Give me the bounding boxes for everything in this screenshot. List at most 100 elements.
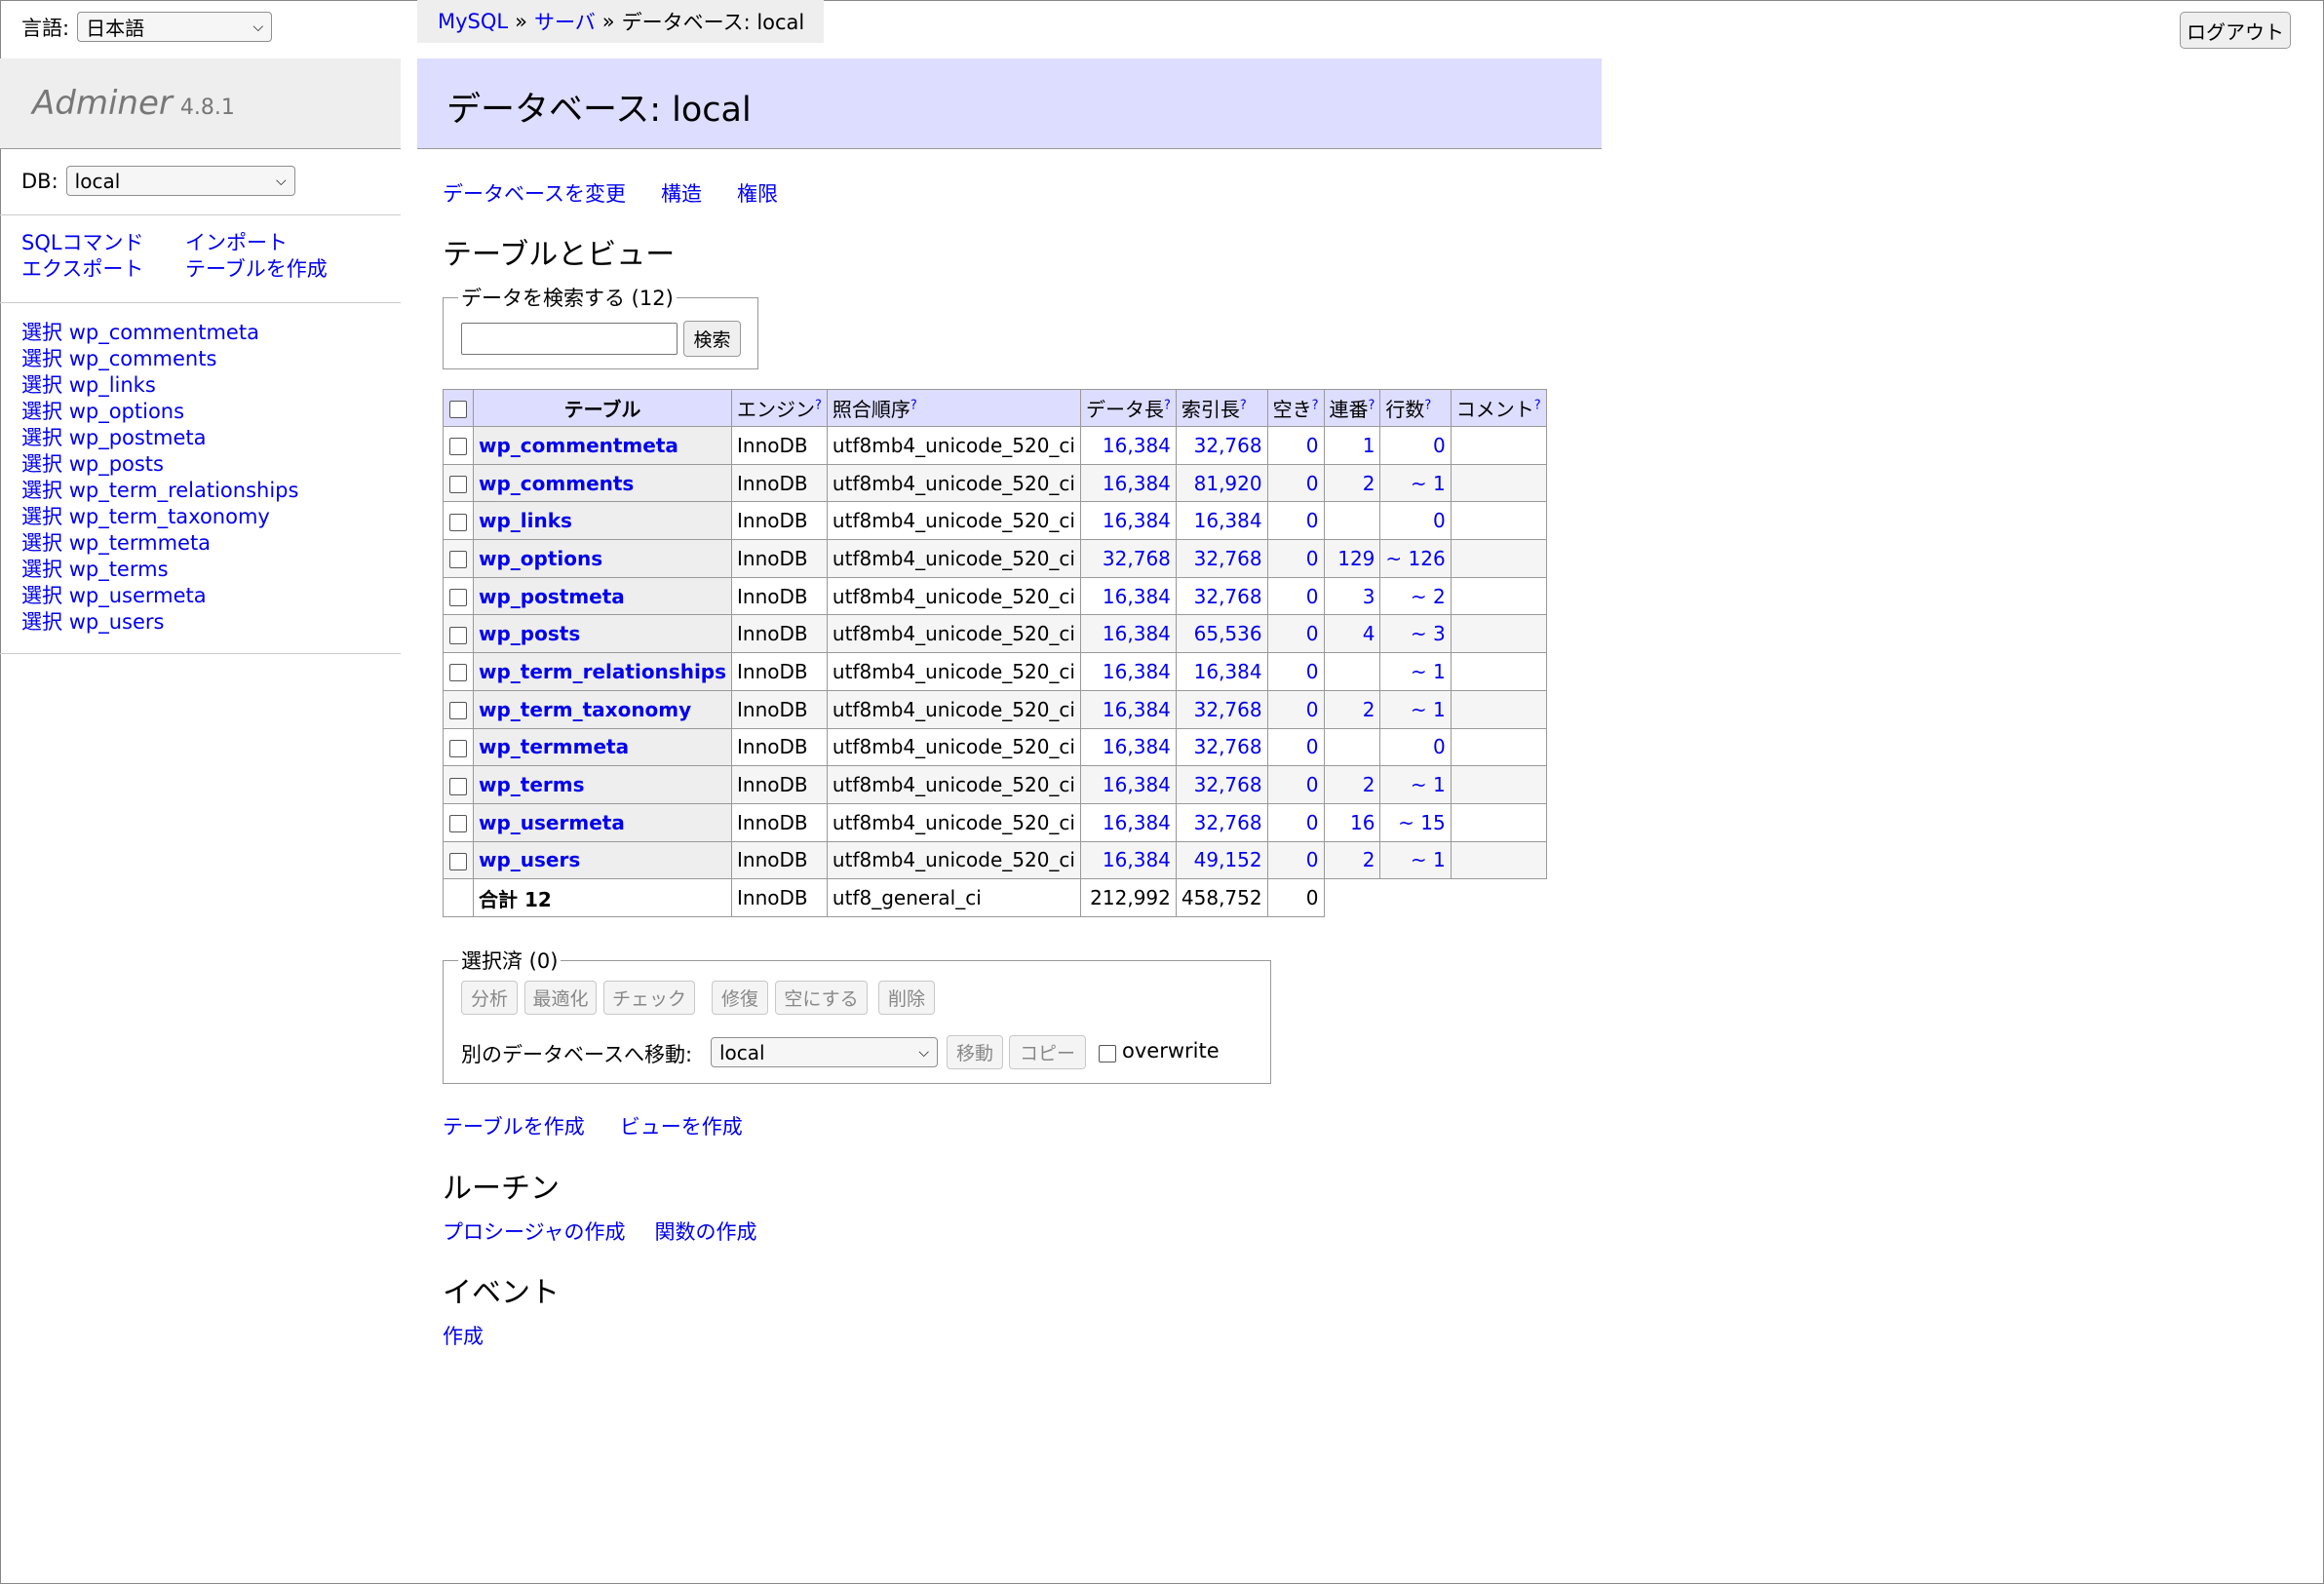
- auto-increment-link[interactable]: 16: [1350, 811, 1375, 834]
- sidebar-table-link[interactable]: wp_postmeta: [69, 426, 207, 449]
- rows-link[interactable]: 0: [1433, 735, 1446, 758]
- drop-button[interactable]: 削除: [878, 981, 935, 1015]
- row-checkbox[interactable]: [449, 777, 467, 795]
- check-button[interactable]: チェック: [603, 981, 695, 1015]
- index-length-link[interactable]: 81,920: [1194, 472, 1262, 495]
- data-length-link[interactable]: 16,384: [1103, 698, 1171, 721]
- col-engine[interactable]: エンジン?: [731, 389, 828, 427]
- sidebar-table-link[interactable]: wp_options: [69, 400, 184, 423]
- create-view-link[interactable]: ビューを作成: [620, 1111, 743, 1140]
- create-procedure-link[interactable]: プロシージャの作成: [443, 1217, 626, 1246]
- alter-database-link[interactable]: データベースを変更: [443, 178, 626, 208]
- row-checkbox[interactable]: [449, 589, 467, 607]
- col-collation[interactable]: 照合順序?: [826, 389, 1081, 427]
- breadcrumb-mysql[interactable]: MySQL: [438, 10, 508, 33]
- sidebar-table-link[interactable]: wp_usermeta: [69, 584, 207, 607]
- row-checkbox[interactable]: [449, 815, 467, 833]
- sidebar-table-link[interactable]: wp_users: [69, 610, 165, 634]
- create-table-link[interactable]: テーブルを作成: [185, 256, 328, 283]
- auto-increment-link[interactable]: 2: [1363, 698, 1375, 721]
- db-select[interactable]: local ⌵: [65, 166, 295, 196]
- rows-link[interactable]: ~ 2: [1411, 585, 1446, 608]
- select-link[interactable]: 選択: [21, 373, 62, 397]
- row-checkbox[interactable]: [449, 739, 467, 757]
- copy-button[interactable]: コピー: [1009, 1035, 1086, 1069]
- select-link[interactable]: 選択: [21, 505, 62, 528]
- data-length-link[interactable]: 16,384: [1103, 735, 1171, 758]
- help-icon[interactable]: ?: [1534, 398, 1541, 412]
- export-link[interactable]: エクスポート: [21, 256, 185, 283]
- language-select[interactable]: 日本語 ⌵: [77, 12, 273, 42]
- rows-link[interactable]: 0: [1433, 509, 1446, 532]
- select-link[interactable]: 選択: [21, 452, 62, 476]
- schema-link[interactable]: 構造: [661, 178, 702, 208]
- select-link[interactable]: 選択: [21, 400, 62, 423]
- select-link[interactable]: 選択: [21, 531, 62, 555]
- free-link[interactable]: 0: [1306, 622, 1319, 645]
- index-length-link[interactable]: 32,768: [1194, 735, 1262, 758]
- row-checkbox[interactable]: [449, 852, 467, 870]
- logout-button[interactable]: ログアウト: [2180, 12, 2291, 49]
- rows-link[interactable]: ~ 3: [1411, 622, 1446, 645]
- create-event-link[interactable]: 作成: [443, 1321, 484, 1350]
- repair-button[interactable]: 修復: [712, 981, 768, 1015]
- sql-command-link[interactable]: SQLコマンド: [21, 230, 185, 256]
- help-icon[interactable]: ?: [1312, 398, 1319, 412]
- data-length-link[interactable]: 16,384: [1103, 660, 1171, 683]
- free-link[interactable]: 0: [1306, 434, 1319, 457]
- table-name-link[interactable]: wp_comments: [479, 472, 634, 495]
- help-icon[interactable]: ?: [1240, 398, 1247, 412]
- auto-increment-link[interactable]: 2: [1363, 472, 1375, 495]
- col-free[interactable]: 空き?: [1266, 389, 1325, 427]
- select-link[interactable]: 選択: [21, 610, 62, 634]
- select-link[interactable]: 選択: [21, 558, 62, 581]
- help-icon[interactable]: ?: [1369, 398, 1375, 412]
- rows-link[interactable]: ~ 1: [1411, 773, 1446, 796]
- auto-increment-link[interactable]: 129: [1337, 547, 1375, 570]
- index-length-link[interactable]: 32,768: [1194, 585, 1262, 608]
- search-input[interactable]: [461, 323, 678, 355]
- sidebar-table-link[interactable]: wp_comments: [69, 347, 217, 370]
- table-name-link[interactable]: wp_usermeta: [479, 811, 625, 834]
- col-data-length[interactable]: データ長?: [1079, 389, 1177, 427]
- sidebar-table-link[interactable]: wp_term_taxonomy: [69, 505, 270, 528]
- free-link[interactable]: 0: [1306, 698, 1319, 721]
- select-link[interactable]: 選択: [21, 479, 62, 502]
- auto-increment-link[interactable]: 4: [1363, 622, 1375, 645]
- index-length-link[interactable]: 32,768: [1194, 811, 1262, 834]
- help-icon[interactable]: ?: [910, 398, 917, 412]
- index-length-link[interactable]: 32,768: [1194, 547, 1262, 570]
- truncate-button[interactable]: 空にする: [775, 981, 868, 1015]
- table-name-link[interactable]: wp_posts: [479, 622, 580, 645]
- sidebar-table-link[interactable]: wp_terms: [69, 558, 169, 581]
- table-name-link[interactable]: wp_terms: [479, 773, 585, 796]
- data-length-link[interactable]: 16,384: [1103, 585, 1171, 608]
- table-name-link[interactable]: wp_options: [479, 547, 602, 570]
- optimize-button[interactable]: 最適化: [524, 981, 597, 1015]
- row-checkbox[interactable]: [449, 438, 467, 456]
- auto-increment-link[interactable]: 2: [1363, 848, 1375, 871]
- rows-link[interactable]: ~ 1: [1411, 472, 1446, 495]
- search-button[interactable]: 検索: [683, 321, 741, 357]
- select-link[interactable]: 選択: [21, 321, 62, 344]
- table-name-link[interactable]: wp_term_relationships: [479, 660, 726, 683]
- table-name-link[interactable]: wp_term_taxonomy: [479, 698, 691, 721]
- move-button[interactable]: 移動: [947, 1035, 1003, 1069]
- data-length-link[interactable]: 16,384: [1103, 848, 1171, 871]
- auto-increment-link[interactable]: 2: [1363, 773, 1375, 796]
- free-link[interactable]: 0: [1306, 773, 1319, 796]
- data-length-link[interactable]: 16,384: [1103, 811, 1171, 834]
- help-icon[interactable]: ?: [1424, 398, 1431, 412]
- index-length-link[interactable]: 16,384: [1194, 509, 1262, 532]
- rows-link[interactable]: ~ 1: [1411, 660, 1446, 683]
- index-length-link[interactable]: 32,768: [1194, 698, 1262, 721]
- data-length-link[interactable]: 16,384: [1103, 434, 1171, 457]
- table-name-link[interactable]: wp_links: [479, 509, 572, 532]
- data-length-link[interactable]: 16,384: [1103, 622, 1171, 645]
- select-link[interactable]: 選択: [21, 426, 62, 449]
- rows-link[interactable]: ~ 126: [1385, 547, 1445, 570]
- data-length-link[interactable]: 16,384: [1103, 773, 1171, 796]
- table-name-link[interactable]: wp_users: [479, 848, 580, 871]
- rows-link[interactable]: ~ 1: [1411, 848, 1446, 871]
- index-length-link[interactable]: 49,152: [1194, 848, 1262, 871]
